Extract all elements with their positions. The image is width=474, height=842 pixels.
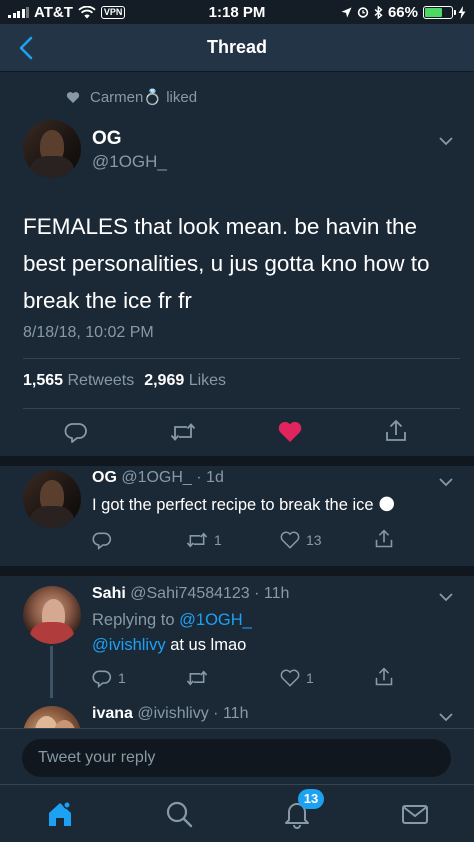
retweet-icon[interactable]	[170, 420, 196, 444]
divider	[23, 408, 460, 409]
share-action[interactable]	[374, 666, 394, 688]
mention-link[interactable]: @ivishlivy	[92, 636, 166, 654]
reply-action[interactable]	[92, 530, 118, 550]
avatar[interactable]	[23, 470, 81, 528]
location-icon	[341, 7, 352, 17]
reply-icon[interactable]	[64, 420, 88, 444]
reply-text: @ivishlivy at us lmao	[92, 636, 247, 654]
tweet-text: FEMALES that look mean. be havin the bes…	[23, 214, 430, 313]
charging-icon	[458, 5, 466, 19]
liked-label: liked	[166, 89, 198, 106]
like-action[interactable]: 1	[280, 668, 314, 688]
chevron-down-icon[interactable]	[438, 477, 454, 487]
section-separator	[0, 456, 474, 466]
heart-outline-icon	[280, 669, 300, 687]
notifications-badge: 13	[298, 789, 324, 809]
heart-icon	[66, 91, 80, 103]
like-count: 1	[306, 670, 314, 686]
likes-stat[interactable]: 2,969 Likes	[144, 372, 226, 390]
tweet-stats: 1,565 Retweets 2,969 Likes	[23, 372, 226, 390]
nav-bar: Thread	[0, 24, 474, 72]
retweet-action[interactable]	[186, 668, 214, 688]
reply-input[interactable]	[22, 739, 451, 777]
thread-connector	[50, 646, 53, 698]
replying-to-link[interactable]: @1OGH_	[179, 611, 252, 629]
section-separator	[0, 566, 474, 576]
back-chevron-icon[interactable]	[12, 32, 42, 64]
chevron-down-icon[interactable]	[438, 592, 454, 602]
retweets-stat[interactable]: 1,565 Retweets	[23, 372, 134, 390]
battery-icon	[423, 5, 456, 19]
like-action[interactable]: 13	[280, 530, 322, 550]
retweet-icon	[186, 670, 208, 686]
chevron-down-icon[interactable]	[438, 136, 454, 146]
ring-emoji: 💍	[143, 89, 163, 106]
status-bar: AT&T VPN 1:18 PM 66%	[0, 0, 474, 24]
thread-feed[interactable]: Carmen💍 liked OG @1OGH_ FEMALES that loo…	[0, 72, 474, 728]
replying-to: Replying to @1OGH_	[92, 611, 252, 629]
reply-author[interactable]: ivana @ivishlivy · 11h	[92, 705, 248, 723]
avatar[interactable]	[23, 706, 81, 728]
messages-envelope-icon[interactable]	[400, 799, 430, 829]
heart-outline-icon	[280, 531, 300, 549]
retweet-count: 1	[214, 532, 222, 548]
reply-icon	[92, 670, 112, 688]
signal-icon	[8, 6, 29, 18]
reply-composer	[0, 728, 474, 784]
reply-author[interactable]: Sahi @Sahi74584123 · 11h	[92, 585, 289, 603]
alarm-icon	[357, 7, 369, 18]
divider	[23, 358, 460, 359]
like-count: 13	[306, 532, 322, 548]
wifi-icon	[78, 5, 96, 18]
author-handle[interactable]: @1OGH_	[92, 152, 167, 172]
reply-icon	[92, 532, 112, 550]
bluetooth-icon	[374, 5, 383, 19]
reply-handle[interactable]: @1OGH_ · 1d	[121, 469, 224, 486]
avatar[interactable]	[23, 586, 81, 644]
retweet-action[interactable]: 1	[186, 530, 222, 550]
home-icon[interactable]	[45, 799, 75, 829]
tab-bar: 13	[0, 784, 474, 842]
liked-heart-icon[interactable]	[277, 420, 303, 444]
author-name[interactable]: OG	[92, 128, 122, 150]
carrier-label: AT&T	[34, 3, 73, 21]
search-icon[interactable]	[164, 799, 194, 829]
reply-count: 1	[118, 670, 126, 686]
share-icon[interactable]	[384, 418, 408, 444]
retweet-icon	[186, 532, 208, 548]
page-title: Thread	[206, 37, 267, 57]
reply-handle[interactable]: @ivishlivy · 11h	[137, 705, 248, 722]
vpn-badge: VPN	[100, 5, 126, 19]
reply-handle[interactable]: @Sahi74584123 · 11h	[130, 585, 289, 602]
avatar[interactable]	[23, 120, 81, 178]
liked-by-name[interactable]: Carmen	[90, 89, 143, 106]
tweet-timestamp: 8/18/18, 10:02 PM	[23, 324, 154, 341]
reply-text: I got the perfect recipe to break the ic…	[92, 496, 396, 514]
chevron-down-icon[interactable]	[438, 712, 454, 722]
social-context: Carmen💍 liked	[66, 88, 197, 106]
reply-action[interactable]: 1	[92, 668, 126, 688]
share-icon	[375, 529, 393, 548]
reply-author[interactable]: OG @1OGH_ · 1d	[92, 469, 224, 487]
battery-percent: 66%	[387, 3, 418, 21]
status-time: 1:18 PM	[208, 3, 266, 21]
share-action[interactable]	[374, 528, 394, 550]
share-icon	[375, 667, 393, 686]
